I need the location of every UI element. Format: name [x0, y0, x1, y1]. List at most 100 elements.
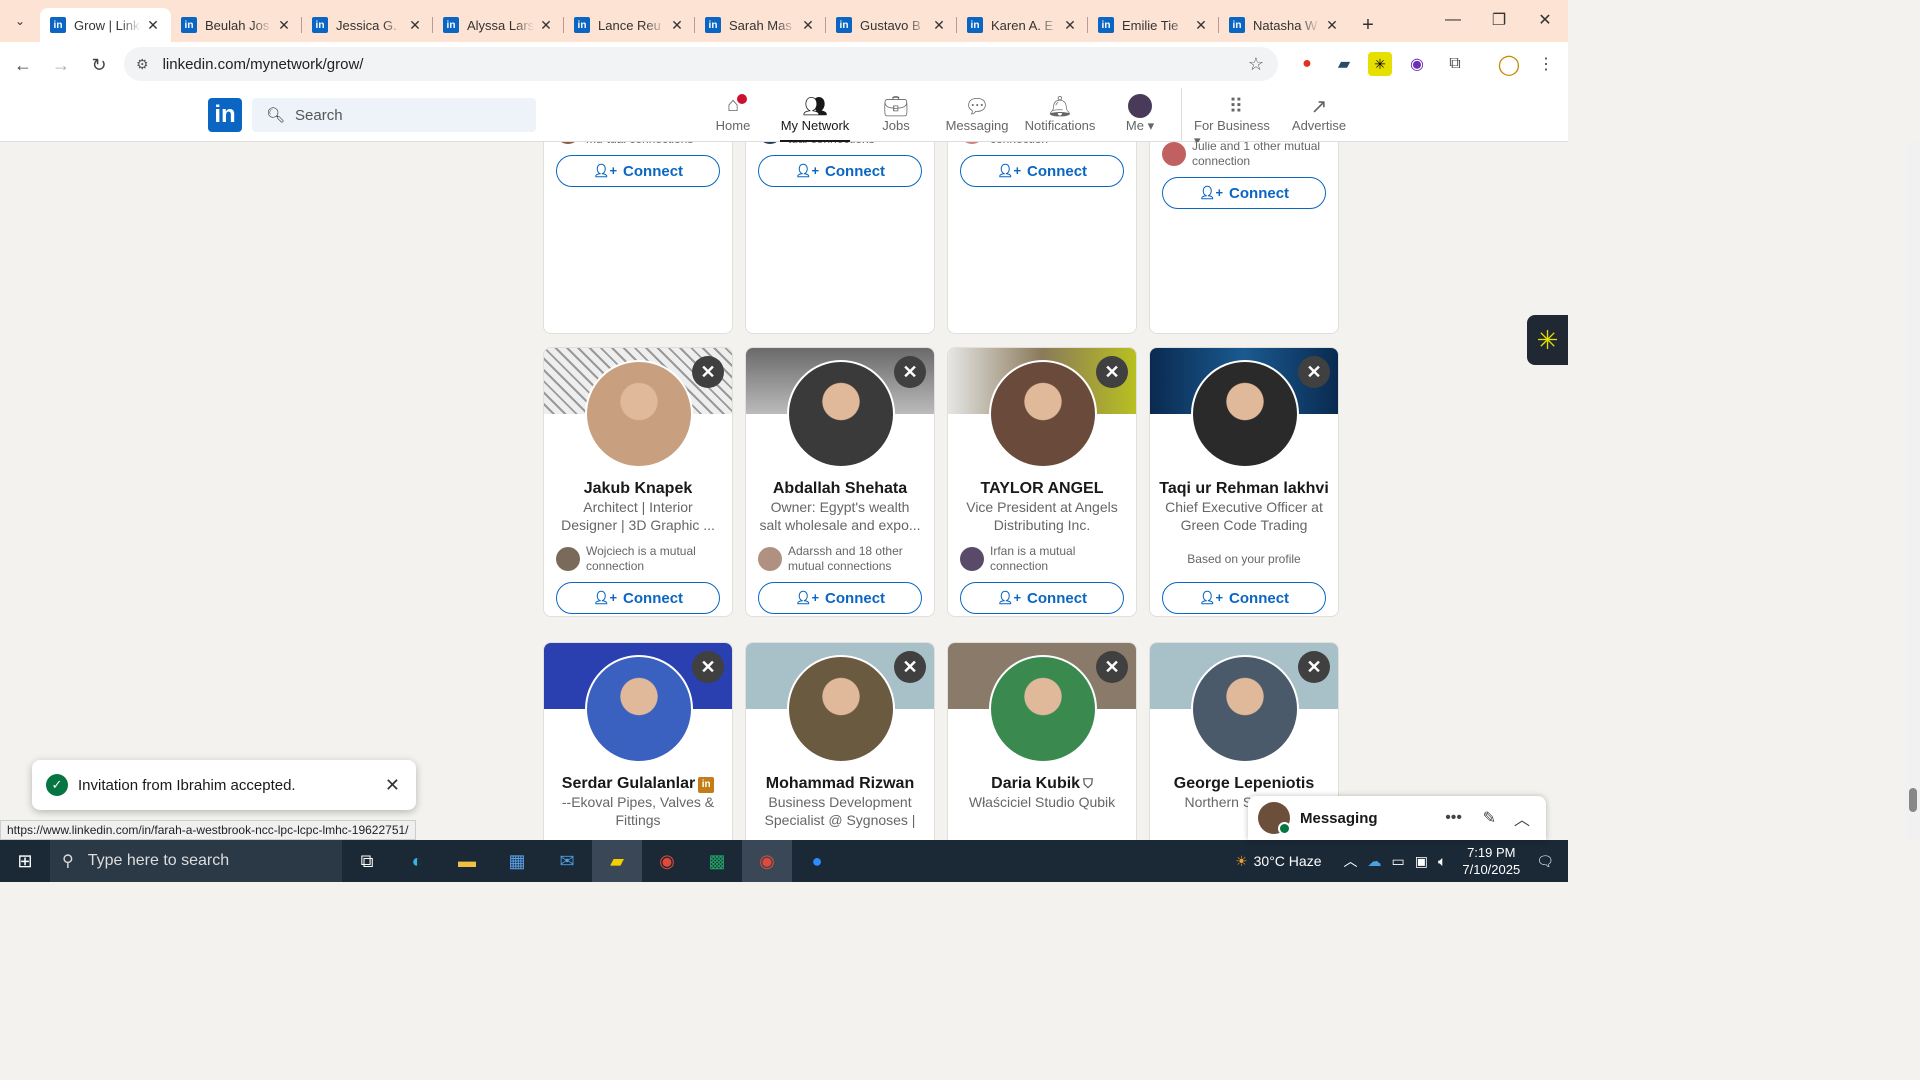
- tab-close-button[interactable]: ✕: [1062, 17, 1078, 34]
- site-info-icon[interactable]: ⚙: [136, 56, 149, 73]
- close-window-button[interactable]: ✕: [1522, 0, 1568, 40]
- person-name[interactable]: Jakub Knapek: [544, 480, 732, 498]
- person-card[interactable]: ✕ Daria Kubik ⛉ Właściciel Studio Qubik: [947, 642, 1137, 840]
- battery-icon[interactable]: ▭: [1392, 853, 1405, 870]
- person-name[interactable]: Abdallah Shehata: [746, 480, 934, 498]
- tab-close-button[interactable]: ✕: [407, 17, 423, 34]
- dismiss-button[interactable]: ✕: [692, 651, 724, 683]
- search-input[interactable]: [295, 106, 516, 124]
- dismiss-button[interactable]: ✕: [1298, 356, 1330, 388]
- windows-start-icon[interactable]: ⊞: [0, 840, 50, 882]
- dismiss-button[interactable]: ✕: [1298, 651, 1330, 683]
- person-card[interactable]: Simeon StoyanovCEO at Eurosalt Ltdamin a…: [745, 142, 935, 334]
- nav-notifications[interactable]: 🔔︎ Notifications: [1024, 94, 1096, 142]
- extension-circle-icon[interactable]: ◉: [1405, 52, 1429, 76]
- browser-tab[interactable]: in Natasha W ✕: [1219, 8, 1350, 42]
- search-box[interactable]: 🔍︎: [252, 98, 536, 132]
- browser-tab[interactable]: in Alyssa Lars ✕: [433, 8, 564, 42]
- sticky-notes-icon[interactable]: ▰: [592, 840, 642, 882]
- tab-close-button[interactable]: ✕: [145, 17, 161, 34]
- tab-close-button[interactable]: ✕: [669, 17, 685, 34]
- tab-close-button[interactable]: ✕: [276, 17, 292, 34]
- weather-text[interactable]: 30°C Haze: [1254, 853, 1322, 869]
- connect-button[interactable]: 👤︎+ Connect: [1162, 177, 1326, 209]
- chevron-up-icon[interactable]: ︿: [1514, 806, 1530, 830]
- nav-advertise[interactable]: ↗ Advertise: [1292, 94, 1346, 142]
- store-icon[interactable]: ▦: [492, 840, 542, 882]
- person-card[interactable]: E.V. Velez, MSW⛉Advocate | Social and Hu…: [947, 142, 1137, 334]
- edge-icon[interactable]: ◐: [392, 840, 442, 882]
- more-options-icon[interactable]: •••: [1445, 809, 1462, 827]
- tab-close-button[interactable]: ✕: [538, 17, 554, 34]
- person-name[interactable]: Mohammad Rizwan: [746, 775, 934, 793]
- browser-tab[interactable]: in Beulah Jos ✕: [171, 8, 302, 42]
- profile-photo[interactable]: [989, 655, 1097, 763]
- excel-icon[interactable]: ▩: [692, 840, 742, 882]
- person-name[interactable]: George Lepeniotis: [1150, 775, 1338, 793]
- compose-icon[interactable]: ✎: [1483, 808, 1496, 828]
- connect-button[interactable]: 👤︎+ Connect: [556, 582, 720, 614]
- dismiss-button[interactable]: ✕: [894, 651, 926, 683]
- linkedin-logo[interactable]: in: [208, 98, 242, 132]
- tab-close-button[interactable]: ✕: [931, 17, 947, 34]
- person-card[interactable]: ✕ Taqi ur Rehman lakhvi Chief Executive Of…: [1149, 347, 1339, 617]
- person-name[interactable]: Serdar Gulalanlar in: [544, 775, 732, 793]
- forward-button[interactable]: →: [42, 47, 80, 83]
- chrome-active-icon[interactable]: ◉: [742, 840, 792, 882]
- extension-star-icon[interactable]: ✳: [1368, 52, 1392, 76]
- person-card[interactable]: ✕ Mohammad Rizwan Business Development Spe…: [745, 642, 935, 840]
- new-tab-button[interactable]: +: [1350, 8, 1386, 42]
- person-card[interactable]: Charlene JohnsoninCEO & Consultant | Bol…: [543, 142, 733, 334]
- nav-me[interactable]: Me ▾: [1122, 94, 1158, 142]
- minimize-button[interactable]: —: [1430, 0, 1476, 40]
- network-icon[interactable]: ▣: [1415, 853, 1428, 870]
- profile-photo[interactable]: [787, 655, 895, 763]
- person-name[interactable]: Taqi ur Rehman lakhvi: [1150, 480, 1338, 498]
- browser-tab[interactable]: in Grow | LinkedIn✕: [40, 8, 171, 42]
- extensions-puzzle-icon[interactable]: ⧉: [1443, 52, 1467, 76]
- connect-button[interactable]: 👤︎+ Connect: [758, 155, 922, 187]
- action-center-icon[interactable]: 🗨︎: [1536, 853, 1554, 870]
- file-explorer-icon[interactable]: ▬: [442, 840, 492, 882]
- mail-icon[interactable]: ✉: [542, 840, 592, 882]
- tab-close-button[interactable]: ✕: [1324, 17, 1340, 34]
- scrollbar-thumb[interactable]: [1909, 788, 1917, 812]
- toast-close-button[interactable]: ✕: [385, 775, 400, 796]
- extension-pokeball-icon[interactable]: ●: [1295, 52, 1319, 76]
- person-card[interactable]: ✕ Serdar Gulalanlar in --Ekoval Pipes, Valv…: [543, 642, 733, 840]
- dismiss-button[interactable]: ✕: [894, 356, 926, 388]
- profile-photo[interactable]: [585, 655, 693, 763]
- nav-jobs[interactable]: 💼︎ Jobs: [880, 94, 912, 142]
- reload-button[interactable]: ↻: [80, 47, 118, 83]
- connect-button[interactable]: 👤︎+ Connect: [758, 582, 922, 614]
- browser-tab[interactable]: in Karen A. E ✕: [957, 8, 1088, 42]
- profile-photo[interactable]: [585, 360, 693, 468]
- nav-for-business[interactable]: ⠿ For Business ▾: [1194, 94, 1278, 148]
- dismiss-button[interactable]: ✕: [1096, 651, 1128, 683]
- person-name[interactable]: Daria Kubik ⛉: [948, 775, 1136, 793]
- dismiss-button[interactable]: ✕: [1096, 356, 1128, 388]
- profile-photo[interactable]: [1191, 360, 1299, 468]
- browser-tab[interactable]: in Sarah Mas ✕: [695, 8, 826, 42]
- person-card[interactable]: ✕ TAYLOR ANGEL Vice President at Angels Di…: [947, 347, 1137, 617]
- connect-button[interactable]: 👤︎+ Connect: [1162, 582, 1326, 614]
- extension-folder-icon[interactable]: ▰: [1332, 52, 1356, 76]
- chrome-icon[interactable]: ◉: [642, 840, 692, 882]
- zoom-icon[interactable]: ●: [792, 840, 842, 882]
- profile-icon[interactable]: ◯: [1497, 52, 1521, 76]
- clock[interactable]: 7:19 PM 7/10/2025: [1452, 844, 1530, 878]
- url-bar[interactable]: ⚙ linkedin.com/mynetwork/grow/ ☆: [124, 47, 1278, 81]
- bookmark-star-icon[interactable]: ☆: [1248, 54, 1264, 75]
- person-card[interactable]: Farah A. Westbrook, NCC, LPC, LCPC, ...C…: [1149, 142, 1339, 334]
- connect-button[interactable]: 👤︎+ Connect: [960, 155, 1124, 187]
- browser-menu-icon[interactable]: ⋮: [1534, 52, 1558, 76]
- back-button[interactable]: ←: [4, 47, 42, 83]
- tray-chevron-icon[interactable]: ︿: [1344, 851, 1358, 871]
- person-card[interactable]: ✕ Abdallah Shehata Owner: Egypt's wealth s…: [745, 347, 935, 617]
- taskbar-search[interactable]: ⚲ Type here to search: [50, 840, 342, 882]
- profile-photo[interactable]: [989, 360, 1097, 468]
- connect-button[interactable]: 👤︎+ Connect: [556, 155, 720, 187]
- page-scrollbar[interactable]: [1906, 142, 1920, 840]
- task-view-icon[interactable]: ⧉: [342, 840, 392, 882]
- profile-photo[interactable]: [787, 360, 895, 468]
